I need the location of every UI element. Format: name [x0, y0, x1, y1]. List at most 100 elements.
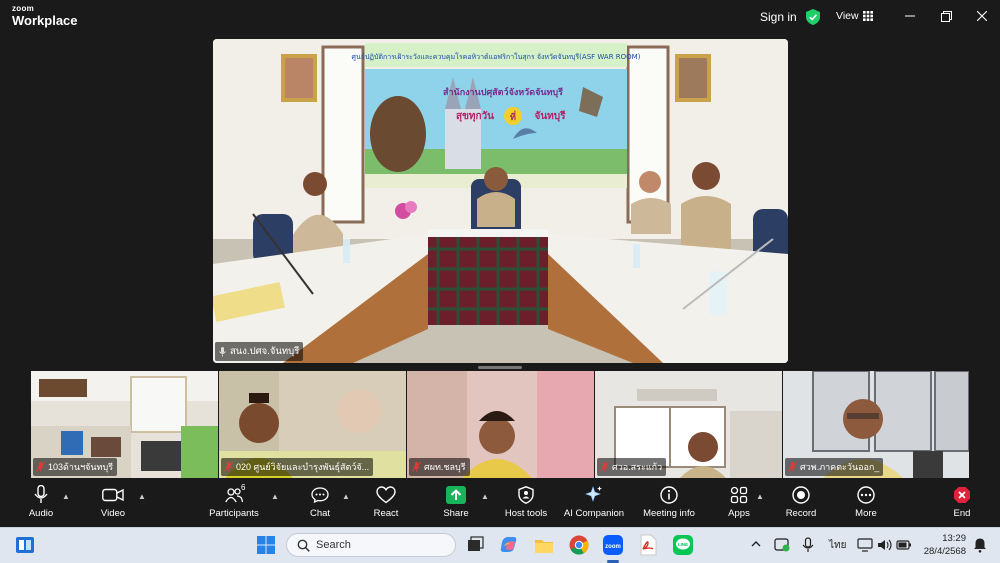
svg-text:LINE: LINE [678, 542, 688, 547]
share-label: Share [443, 508, 469, 519]
meeting-controls-bar: Audio ▲ Video ▲ 6 Participants ▲ Chat ▲ … [0, 480, 1000, 525]
react-label: React [373, 508, 399, 519]
resize-handle[interactable] [478, 366, 522, 369]
participant-name-tag-5: ศวพ.ภาคตะวันออก_ [785, 458, 884, 476]
end-call-icon [954, 487, 970, 503]
ai-companion-label: AI Companion [563, 508, 625, 519]
sign-in-button[interactable]: Sign in [760, 10, 797, 24]
participant-name-3: ศผท.ชลบุรี [424, 462, 466, 472]
muted-mic-icon [788, 462, 797, 472]
search-placeholder: Search [316, 539, 351, 551]
video-camera-icon [102, 488, 124, 502]
muted-mic-icon [600, 462, 609, 472]
copilot-icon[interactable] [498, 534, 520, 556]
video-button[interactable]: Video [73, 484, 153, 519]
svg-text:zoom: zoom [605, 544, 621, 550]
more-button[interactable]: More [826, 484, 906, 519]
participant-name-tag-1: 103ด้านฯจันทบุรี [33, 458, 118, 476]
taskbar-search-box[interactable]: Search [286, 533, 456, 557]
tray-app-icon[interactable] [774, 537, 790, 553]
ai-sparkle-icon [585, 486, 602, 502]
host-tools-label: Host tools [504, 508, 548, 519]
banner-title-text: ศูนย์ปฏิบัติการเฝ้าระวังและควบคุมโรคอหิว… [352, 52, 641, 61]
video-label: Video [100, 508, 126, 519]
task-view-icon[interactable] [464, 534, 486, 556]
participant-name-2: 020 ศูนย์วิจัยและบำรุงพันธุ์สัตว์จั... [236, 462, 370, 472]
speaker-name-tag: สนง.ปศจ.จันทบุรี [215, 342, 304, 361]
banner-org-text: สำนักงานปศุสัตว์จังหวัดจันทบุรี [443, 86, 563, 98]
apps-label: Apps [728, 508, 750, 519]
video-options-caret-icon[interactable]: ▲ [138, 492, 146, 501]
participant-tile-1[interactable]: 103ด้านฯจันทบุรี [31, 371, 218, 478]
banner-slogan-a: สุขทุกวัน [456, 110, 494, 122]
close-icon[interactable] [971, 6, 993, 26]
participant-tile-5[interactable]: ศวพ.ภาคตะวันออก_ [783, 371, 969, 478]
battery-icon[interactable] [896, 538, 912, 552]
participant-tile-2[interactable]: 020 ศูนย์วิจัยและบำรุงพันธุ์สัตว์จั... [219, 371, 406, 478]
security-shield-icon[interactable] [806, 9, 820, 25]
chat-label: Chat [309, 508, 331, 519]
line-app-icon[interactable]: LINE [672, 534, 694, 556]
audio-options-caret-icon[interactable]: ▲ [62, 492, 70, 501]
participants-button[interactable]: 6 Participants [194, 483, 274, 519]
logo-line1: zoom [12, 4, 35, 13]
participant-name-tag-2: 020 ศูนย์วิจัยและบำรุงพันธุ์สัตว์จั... [221, 458, 374, 476]
notification-bell-icon[interactable] [972, 537, 988, 553]
speaker-pin-icon [219, 346, 226, 356]
search-icon [297, 539, 310, 552]
react-button[interactable]: React [346, 484, 426, 519]
show-hidden-icons-chevron-icon[interactable] [750, 538, 762, 550]
widgets-icon[interactable] [15, 535, 35, 555]
speaker-name: สนง.ปศจ.จันทบุรี [230, 346, 300, 357]
chat-bubble-icon [311, 487, 329, 503]
apps-icon [730, 486, 748, 504]
chrome-icon[interactable] [568, 534, 590, 556]
input-language-indicator[interactable]: ไทย [829, 538, 846, 553]
volume-icon[interactable] [876, 537, 892, 553]
audio-button[interactable]: Audio [1, 484, 81, 519]
maximize-icon[interactable] [935, 6, 957, 26]
zoom-logo: zoom Workplace [12, 4, 78, 28]
zoom-app-icon[interactable]: zoom [602, 534, 624, 556]
info-icon [660, 486, 678, 504]
muted-mic-icon [36, 462, 45, 472]
windows-taskbar: Search zoom LINE ไทย 13:29 28/4/2568 [0, 527, 1000, 563]
meeting-info-button[interactable]: Meeting info [629, 484, 709, 519]
muted-mic-icon [224, 462, 233, 472]
share-button[interactable]: Share [416, 484, 496, 519]
active-speaker-video[interactable]: ศูนย์ปฏิบัติการเฝ้าระวังและควบคุมโรคอหิว… [213, 39, 788, 363]
wifi-icon[interactable] [857, 537, 873, 553]
participant-tile-4[interactable]: ศวอ.สระแก้ว [595, 371, 782, 478]
more-dots-icon [857, 486, 875, 504]
clock-time: 13:29 [942, 533, 966, 544]
ai-companion-button[interactable]: AI Companion [554, 484, 634, 519]
participant-name-4: ศวอ.สระแก้ว [612, 462, 663, 472]
microphone-icon [34, 485, 48, 503]
participants-options-caret-icon[interactable]: ▲ [271, 492, 279, 501]
conference-room-scene: ศูนย์ปฏิบัติการเฝ้าระวังและควบคุมโรคอหิว… [213, 39, 788, 363]
end-label: End [953, 508, 971, 519]
record-label: Record [785, 508, 817, 519]
participant-tile-3[interactable]: ศผท.ชลบุรี [407, 371, 594, 478]
banner-slogan-c: จันทบุรี [534, 110, 566, 122]
grid-icon [862, 11, 873, 21]
clock-date: 28/4/2568 [923, 546, 966, 557]
muted-mic-icon [412, 462, 421, 472]
more-label: More [855, 508, 877, 519]
participant-name-tag-3: ศผท.ชลบุรี [409, 458, 470, 476]
heart-icon [376, 486, 396, 504]
logo-line2: Workplace [12, 13, 78, 28]
share-screen-icon [446, 486, 466, 504]
system-clock[interactable]: 13:29 28/4/2568 [916, 532, 966, 558]
tray-microphone-icon[interactable] [802, 537, 814, 553]
audio-label: Audio [28, 508, 54, 519]
windows-start-icon[interactable] [255, 534, 277, 556]
title-bar: zoom Workplace Sign in View [0, 0, 1000, 34]
file-explorer-icon[interactable] [533, 534, 555, 556]
view-button[interactable]: View [836, 10, 873, 22]
minimize-icon[interactable] [899, 6, 921, 26]
pdf-reader-icon[interactable] [637, 534, 659, 556]
view-label: View [836, 10, 859, 22]
end-meeting-button[interactable]: End [922, 484, 1000, 519]
host-shield-icon [518, 486, 534, 504]
